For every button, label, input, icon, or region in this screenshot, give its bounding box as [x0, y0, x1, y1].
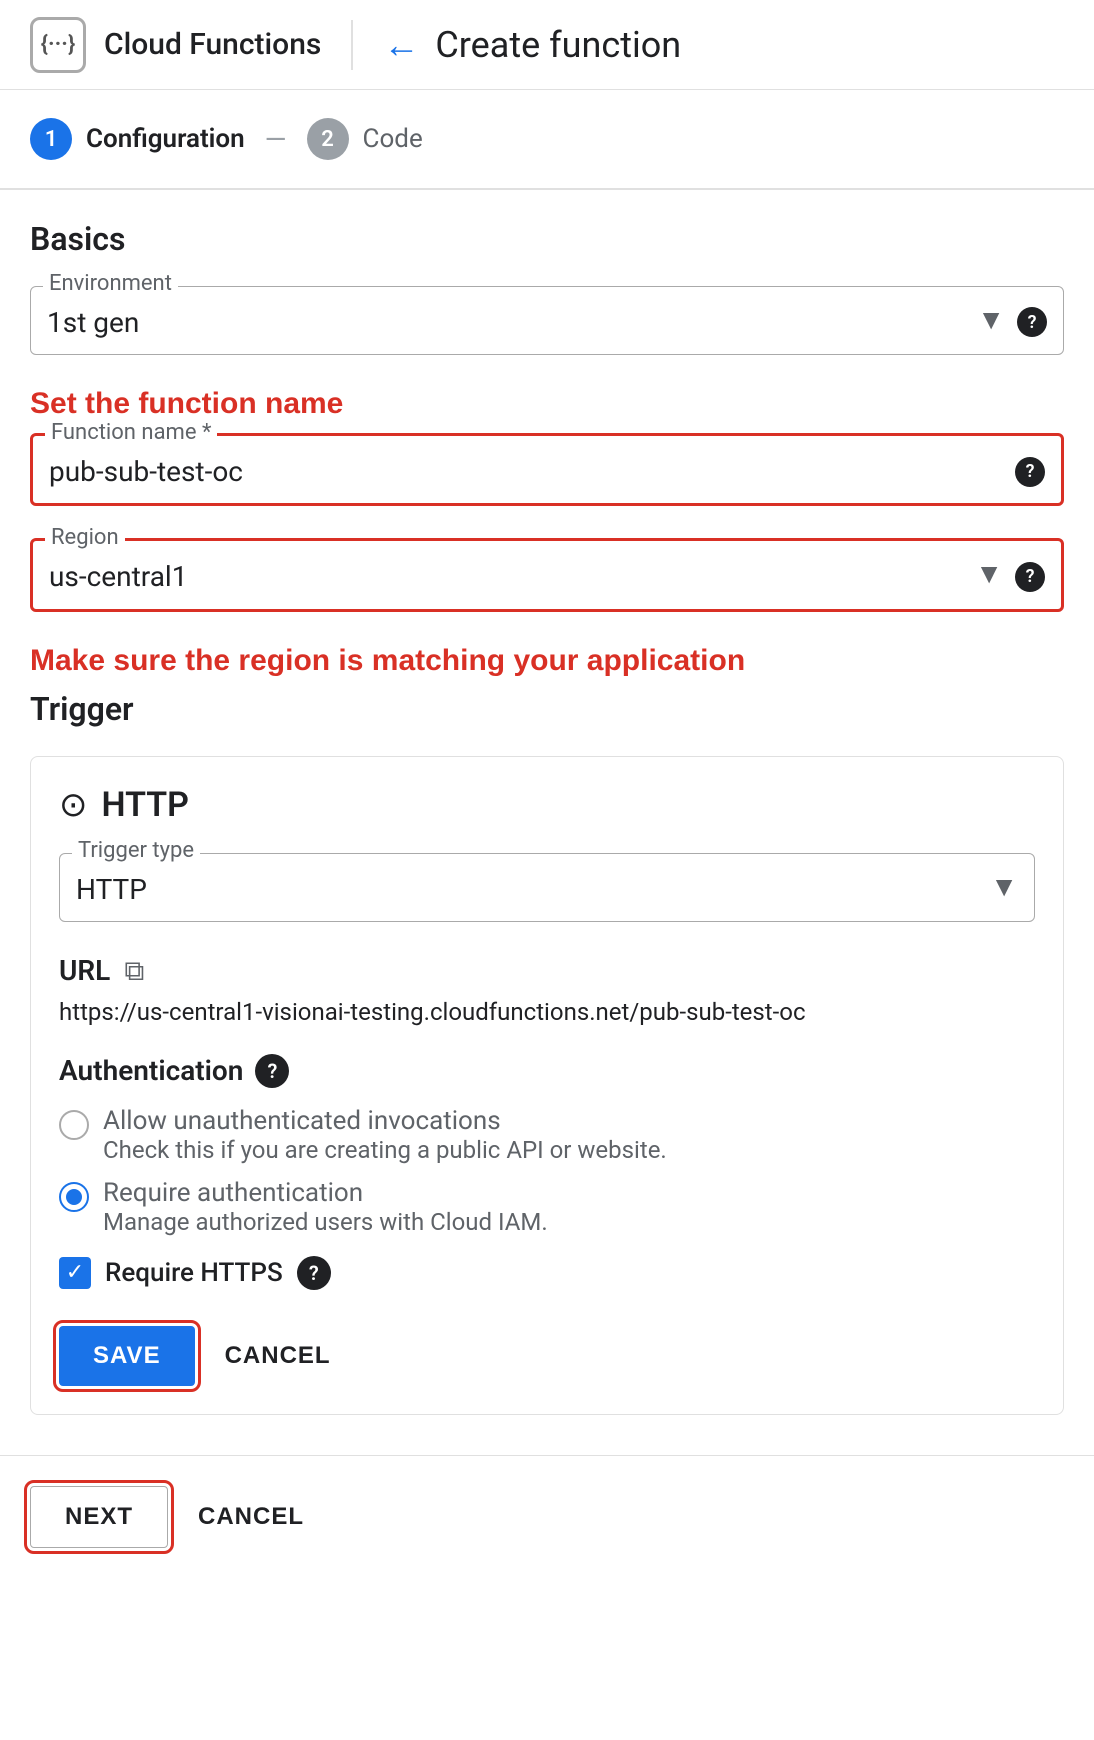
- region-help-icon[interactable]: ?: [1015, 556, 1045, 592]
- radio-item-unauthenticated[interactable]: Allow unauthenticated invocations Check …: [59, 1106, 1035, 1164]
- copy-icon[interactable]: ⧉: [124, 954, 144, 988]
- radio-unauthenticated-main: Allow unauthenticated invocations: [103, 1106, 667, 1136]
- steps-bar: 1 Configuration — 2 Code: [0, 90, 1094, 189]
- radio-item-require-auth[interactable]: Require authentication Manage authorized…: [59, 1178, 1035, 1236]
- radio-group: Allow unauthenticated invocations Check …: [59, 1106, 1035, 1236]
- trigger-type-value: HTTP: [76, 864, 982, 909]
- main-content: Basics Environment 1st gen ▼ ? Set the f…: [0, 190, 1094, 1455]
- trigger-type-label: Trigger type: [72, 838, 200, 863]
- logo-icon-text: {···}: [41, 32, 75, 57]
- cancel-bottom-button[interactable]: CANCEL: [198, 1503, 304, 1531]
- auth-label: Authentication: [59, 1054, 243, 1087]
- function-name-label: Function name *: [45, 420, 217, 445]
- auth-help-icon[interactable]: ?: [255, 1054, 289, 1088]
- http-title: HTTP: [102, 785, 189, 825]
- header: {···} Cloud Functions ← Create function: [0, 0, 1094, 90]
- function-name-help-icon[interactable]: ?: [1015, 451, 1045, 487]
- next-button[interactable]: NEXT: [30, 1486, 168, 1548]
- environment-arrow-icon: ▼: [977, 303, 1005, 336]
- http-header: ⊙ HTTP: [59, 785, 1035, 825]
- url-row: URL ⧉: [59, 954, 1035, 988]
- radio-require-auth-circle[interactable]: [59, 1182, 89, 1212]
- https-row: ✓ Require HTTPS ?: [59, 1256, 1035, 1290]
- step-2-number: 2: [321, 127, 334, 152]
- page-title: Create function: [435, 24, 681, 66]
- step-1-label: Configuration: [86, 124, 245, 154]
- step-1-number: 1: [45, 127, 58, 152]
- app-logo: {···} Cloud Functions: [30, 17, 321, 73]
- region-label: Region: [45, 525, 125, 550]
- cancel-trigger-button[interactable]: CANCEL: [225, 1342, 331, 1370]
- environment-field-group: Environment 1st gen ▼ ?: [30, 286, 1064, 355]
- region-field-group: Region us-central1 ▼ ?: [30, 538, 1064, 611]
- radio-unauthenticated-sub: Check this if you are creating a public …: [103, 1136, 667, 1164]
- radio-require-auth-text: Require authentication Manage authorized…: [103, 1178, 548, 1236]
- url-value: https://us-central1-visionai-testing.clo…: [59, 998, 1035, 1026]
- trigger-section: ⊙ HTTP Trigger type HTTP ▼ URL ⧉ https:/…: [30, 756, 1064, 1415]
- region-value: us-central1: [49, 551, 967, 596]
- back-nav[interactable]: ← Create function: [383, 24, 681, 66]
- radio-unauthenticated-circle[interactable]: [59, 1110, 89, 1140]
- back-arrow-icon[interactable]: ←: [383, 24, 419, 66]
- step-2[interactable]: 2 Code: [307, 118, 423, 160]
- save-button[interactable]: SAVE: [59, 1326, 195, 1386]
- function-name-field-group: Function name * pub-sub-test-oc ?: [30, 433, 1064, 506]
- step-1-circle: 1: [30, 118, 72, 160]
- annotation-function-name: Set the function name: [30, 387, 1064, 421]
- radio-require-auth-sub: Manage authorized users with Cloud IAM.: [103, 1208, 548, 1236]
- environment-label: Environment: [43, 271, 178, 296]
- trigger-buttons: SAVE CANCEL: [59, 1326, 1035, 1386]
- step-2-label: Code: [363, 124, 423, 154]
- trigger-section-title: Trigger: [30, 690, 1064, 728]
- environment-value: 1st gen: [47, 297, 969, 342]
- https-help-icon[interactable]: ?: [297, 1256, 331, 1290]
- trigger-type-arrow-icon: ▼: [990, 870, 1018, 903]
- environment-help-icon[interactable]: ?: [1017, 302, 1047, 338]
- function-name-field[interactable]: Function name * pub-sub-test-oc ?: [30, 433, 1064, 506]
- basics-section-title: Basics: [30, 220, 1064, 258]
- trigger-type-field-group: Trigger type HTTP ▼: [59, 853, 1035, 922]
- https-label: Require HTTPS: [105, 1258, 283, 1288]
- app-name: Cloud Functions: [104, 27, 321, 62]
- logo-icon: {···}: [30, 17, 86, 73]
- trigger-type-field[interactable]: Trigger type HTTP ▼: [59, 853, 1035, 922]
- annotation-region: Make sure the region is matching your ap…: [30, 644, 1064, 678]
- region-arrow-icon: ▼: [975, 557, 1003, 590]
- step-dash: —: [265, 123, 287, 156]
- radio-unauthenticated-text: Allow unauthenticated invocations Check …: [103, 1106, 667, 1164]
- bottom-buttons: NEXT CANCEL: [0, 1456, 1094, 1588]
- function-name-value: pub-sub-test-oc: [49, 446, 1003, 491]
- auth-row: Authentication ?: [59, 1054, 1035, 1088]
- step-1[interactable]: 1 Configuration: [30, 118, 245, 160]
- step-2-circle: 2: [307, 118, 349, 160]
- http-icon: ⊙: [59, 785, 88, 825]
- url-label: URL: [59, 954, 110, 987]
- header-divider: [351, 20, 353, 70]
- environment-field[interactable]: Environment 1st gen ▼ ?: [30, 286, 1064, 355]
- radio-require-auth-main: Require authentication: [103, 1178, 548, 1208]
- https-checkbox[interactable]: ✓: [59, 1257, 91, 1289]
- region-field[interactable]: Region us-central1 ▼ ?: [30, 538, 1064, 611]
